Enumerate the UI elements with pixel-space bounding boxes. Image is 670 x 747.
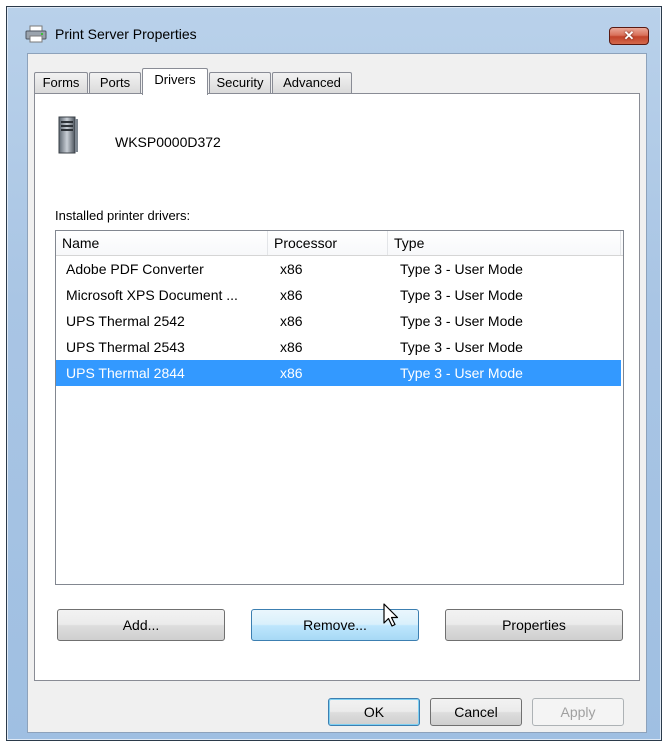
column-header-type[interactable]: Type xyxy=(388,231,621,255)
close-icon: ✕ xyxy=(623,28,635,43)
table-row[interactable]: Microsoft XPS Document ... x86 Type 3 - … xyxy=(56,282,621,308)
driver-name-cell: Microsoft XPS Document ... xyxy=(66,287,238,303)
table-row[interactable]: UPS Thermal 2543 x86 Type 3 - User Mode xyxy=(56,334,621,360)
window-title: Print Server Properties xyxy=(55,26,197,42)
tab-drivers[interactable]: Drivers xyxy=(142,68,208,95)
driver-processor-cell: x86 xyxy=(280,261,303,277)
driver-type-cell: Type 3 - User Mode xyxy=(400,287,523,303)
list-header: Name Processor Type xyxy=(56,231,623,256)
driver-processor-cell: x86 xyxy=(280,339,303,355)
server-icon xyxy=(58,116,78,154)
driver-type-cell: Type 3 - User Mode xyxy=(400,339,523,355)
driver-name-cell: UPS Thermal 2542 xyxy=(66,313,185,329)
table-row[interactable]: UPS Thermal 2542 x86 Type 3 - User Mode xyxy=(56,308,621,334)
printer-icon xyxy=(25,25,47,43)
driver-properties-button[interactable]: Properties xyxy=(445,609,623,641)
tab-security[interactable]: Security xyxy=(209,72,271,94)
ok-button[interactable]: OK xyxy=(328,698,420,726)
driver-name-cell: UPS Thermal 2543 xyxy=(66,339,185,355)
title-bar[interactable]: Print Server Properties ✕ xyxy=(7,7,661,51)
mouse-cursor-icon xyxy=(383,603,399,627)
server-name: WKSP0000D372 xyxy=(115,134,221,150)
driver-processor-cell: x86 xyxy=(280,287,303,303)
add-driver-button[interactable]: Add... xyxy=(57,609,225,641)
table-row[interactable]: Adobe PDF Converter x86 Type 3 - User Mo… xyxy=(56,256,621,282)
driver-type-cell: Type 3 - User Mode xyxy=(400,313,523,329)
tab-advanced[interactable]: Advanced xyxy=(272,72,352,94)
driver-name-cell: UPS Thermal 2844 xyxy=(66,365,185,381)
tab-ports[interactable]: Ports xyxy=(89,72,141,94)
apply-button[interactable]: Apply xyxy=(532,698,624,726)
tab-forms[interactable]: Forms xyxy=(34,72,88,94)
print-server-properties-window: Print Server Properties ✕ Forms Ports Dr… xyxy=(6,6,662,741)
drivers-tab-panel: WKSP0000D372 Installed printer drivers: … xyxy=(34,93,640,681)
driver-processor-cell: x86 xyxy=(280,365,303,381)
column-header-processor[interactable]: Processor xyxy=(268,231,388,255)
driver-type-cell: Type 3 - User Mode xyxy=(400,261,523,277)
driver-type-cell: Type 3 - User Mode xyxy=(400,365,523,381)
installed-drivers-list[interactable]: Name Processor Type Adobe PDF Converter … xyxy=(55,230,624,585)
driver-name-cell: Adobe PDF Converter xyxy=(66,261,204,277)
close-button[interactable]: ✕ xyxy=(609,27,649,45)
dialog-client-area: Forms Ports Drivers Security Advanced WK… xyxy=(27,53,647,733)
driver-processor-cell: x86 xyxy=(280,313,303,329)
table-row-selected[interactable]: UPS Thermal 2844 x86 Type 3 - User Mode xyxy=(56,360,621,386)
column-header-name[interactable]: Name xyxy=(56,231,268,255)
installed-drivers-label: Installed printer drivers: xyxy=(55,208,191,223)
cancel-button[interactable]: Cancel xyxy=(430,698,522,726)
